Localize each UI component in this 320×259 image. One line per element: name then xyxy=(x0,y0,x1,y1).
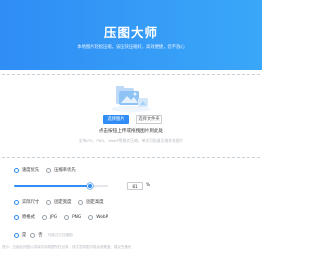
upload-area-bottom-border xyxy=(2,157,260,158)
image-upload-icon xyxy=(111,86,151,112)
resize-option-height[interactable]: 固定高度 xyxy=(78,199,104,205)
app-title: 压图大师 xyxy=(103,25,158,40)
radio-selected-icon xyxy=(14,232,19,238)
radio-icon xyxy=(30,232,36,238)
quality-slider-fill xyxy=(14,185,91,187)
radio-icon xyxy=(46,199,52,205)
radio-selected-icon xyxy=(14,214,19,220)
priority-option-ratio[interactable]: 压缩率优先 xyxy=(46,167,76,173)
radio-selected-icon xyxy=(14,167,19,173)
quality-unit: % xyxy=(146,183,151,188)
overwrite-note: 可跳过已压缩图 xyxy=(47,232,73,237)
format-option-webp[interactable]: WebP xyxy=(88,214,108,220)
upload-hint: 点击按钮上传或拖拽图片到此处 xyxy=(98,129,164,134)
resize-option-width[interactable]: 固定宽度 xyxy=(46,199,71,205)
select-folder-button[interactable]: 选择文件夹 xyxy=(136,115,162,124)
quality-slider[interactable] xyxy=(14,183,108,189)
overwrite-group: 是 否 可跳过已压缩图 xyxy=(14,231,73,239)
format-option-png[interactable]: PNG xyxy=(64,214,81,220)
format-group: 原格式 JPG PNG WebP xyxy=(14,213,115,221)
priority-group: 速度优先 压缩率优先 xyxy=(14,166,83,174)
footer-tip: 提示：压缩后的图片将保存到原图所在目录，请注意原图可能会被覆盖，建议先备份 xyxy=(2,245,132,249)
priority-option-speed[interactable]: 速度优先 xyxy=(14,167,39,173)
radio-selected-icon xyxy=(14,199,19,205)
radio-icon xyxy=(46,167,52,173)
quality-value-input[interactable]: 81 xyxy=(127,182,143,190)
quality-slider-handle[interactable] xyxy=(87,183,94,189)
radio-icon xyxy=(41,214,47,220)
select-images-button[interactable]: 选择图片 xyxy=(103,115,129,124)
format-option-jpg[interactable]: JPG xyxy=(41,214,57,220)
format-option-original[interactable]: 原格式 xyxy=(14,214,35,220)
header-banner: 压图大师 本地图片轻松压缩，该压快压缩好，高效便捷，您不放心 xyxy=(0,0,262,70)
app-subtitle: 本地图片轻松压缩，该压快压缩好，高效便捷，您不放心 xyxy=(77,45,185,50)
upload-area-top-border xyxy=(2,74,260,75)
resize-group: 实际尺寸 固定宽度 固定高度 xyxy=(14,198,111,206)
radio-icon xyxy=(88,214,94,220)
overwrite-option-no[interactable]: 否 xyxy=(30,232,43,238)
upload-sub-hint: 支持JPG、PNG、WebP等格式压缩，单次可批量压缩多张图片 xyxy=(78,138,184,143)
overwrite-option-yes[interactable]: 是 xyxy=(14,232,26,238)
resize-option-actual[interactable]: 实际尺寸 xyxy=(14,199,39,205)
radio-icon xyxy=(78,199,84,205)
radio-icon xyxy=(64,214,70,220)
